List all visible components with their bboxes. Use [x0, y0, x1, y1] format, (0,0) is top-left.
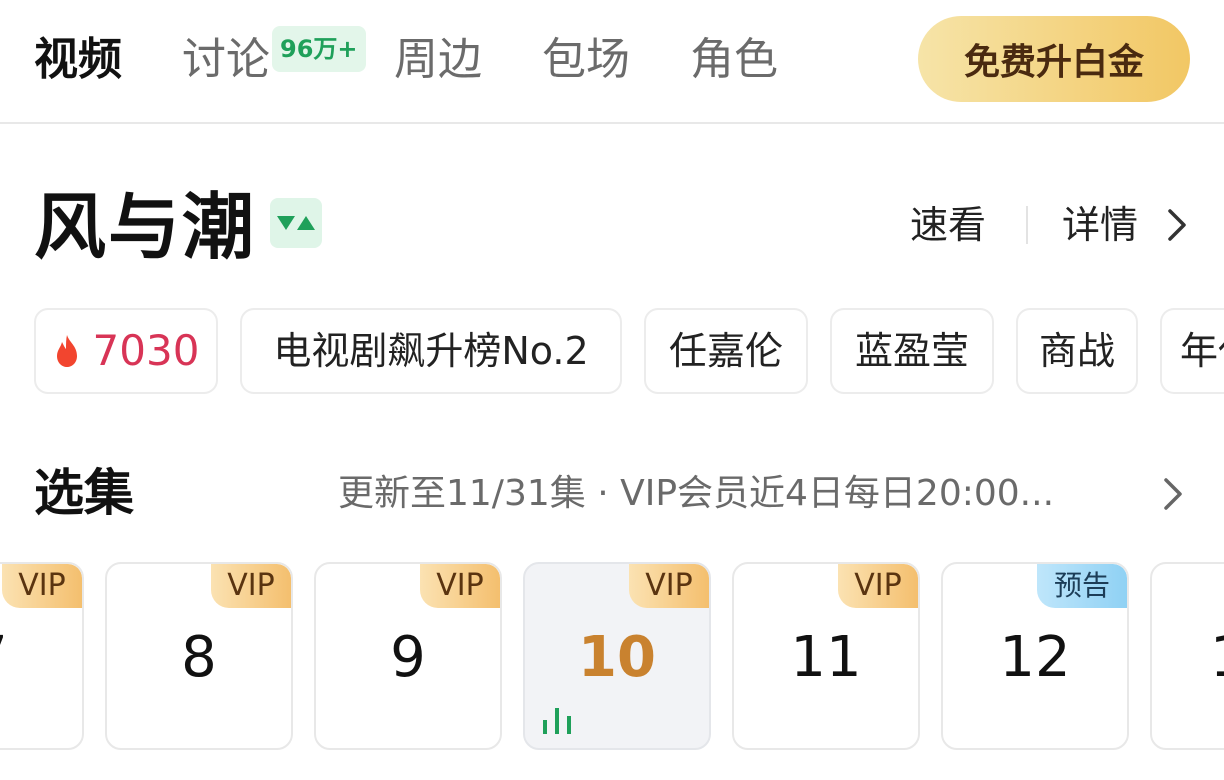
- double-triangle-icon[interactable]: [270, 198, 322, 248]
- hot-score-value: 7030: [92, 326, 200, 375]
- episode-card-10-current[interactable]: 10 VIP: [523, 562, 711, 750]
- vip-badge: VIP: [629, 564, 709, 608]
- episode-card-8[interactable]: 8 VIP: [105, 562, 293, 750]
- episode-card-13[interactable]: 13: [1150, 562, 1224, 750]
- vip-badge: VIP: [420, 564, 500, 608]
- vip-badge: VIP: [838, 564, 918, 608]
- tab-discussion[interactable]: 讨论: [182, 30, 270, 90]
- top-tab-bar: 视频 讨论 96万+ 周边 包场 角色 免费升白金: [0, 0, 1224, 124]
- app-root: 视频 讨论 96万+ 周边 包场 角色 免费升白金 风与潮 速看 详情 7030…: [0, 0, 1224, 780]
- tag-chip-actor[interactable]: 任嘉伦: [644, 308, 808, 394]
- detail-link[interactable]: 详情: [1062, 198, 1138, 252]
- tag-chip-ranking[interactable]: 电视剧飙升榜No.2: [240, 308, 622, 394]
- episode-number: 8: [181, 625, 217, 690]
- tab-video[interactable]: 视频: [34, 30, 122, 90]
- playing-bars-icon: [543, 708, 571, 734]
- episode-card-11[interactable]: 11 VIP: [732, 562, 920, 750]
- show-title: 风与潮: [34, 185, 257, 269]
- episode-card-7[interactable]: 7 VIP: [0, 562, 84, 750]
- tab-private-screening[interactable]: 包场: [542, 30, 630, 90]
- discussion-count-badge: 96万+: [272, 26, 366, 72]
- hot-score-chip[interactable]: 7030: [34, 308, 218, 394]
- tab-merch[interactable]: 周边: [394, 30, 482, 90]
- update-info[interactable]: 更新至11/31集 · VIP会员近4日每日20:00...: [338, 468, 1142, 520]
- vip-badge: VIP: [211, 564, 291, 608]
- episode-number: 13: [1152, 622, 1224, 694]
- tab-characters[interactable]: 角色: [690, 30, 778, 90]
- chevron-right-icon[interactable]: [1156, 474, 1192, 514]
- tag-chip-genre[interactable]: 商战: [1016, 308, 1138, 394]
- chevron-right-icon[interactable]: [1158, 205, 1198, 245]
- flame-icon: [56, 335, 77, 367]
- episode-number: 12: [999, 625, 1071, 690]
- preview-badge: 预告: [1037, 564, 1127, 608]
- tag-chip-era[interactable]: 年代: [1160, 308, 1224, 394]
- episodes-section-title: 选集: [34, 464, 134, 522]
- episode-number: 7: [0, 622, 82, 694]
- tag-chip-actress[interactable]: 蓝盈莹: [830, 308, 994, 394]
- divider: [1026, 206, 1028, 244]
- episode-number: 9: [390, 625, 426, 690]
- upgrade-platinum-button[interactable]: 免费升白金: [918, 16, 1190, 102]
- episode-number: 10: [578, 625, 656, 690]
- episode-card-9[interactable]: 9 VIP: [314, 562, 502, 750]
- episode-number: 11: [790, 625, 862, 690]
- quick-look-link[interactable]: 速看: [910, 198, 986, 252]
- episode-card-12[interactable]: 12 预告: [941, 562, 1129, 750]
- vip-badge: VIP: [2, 564, 82, 608]
